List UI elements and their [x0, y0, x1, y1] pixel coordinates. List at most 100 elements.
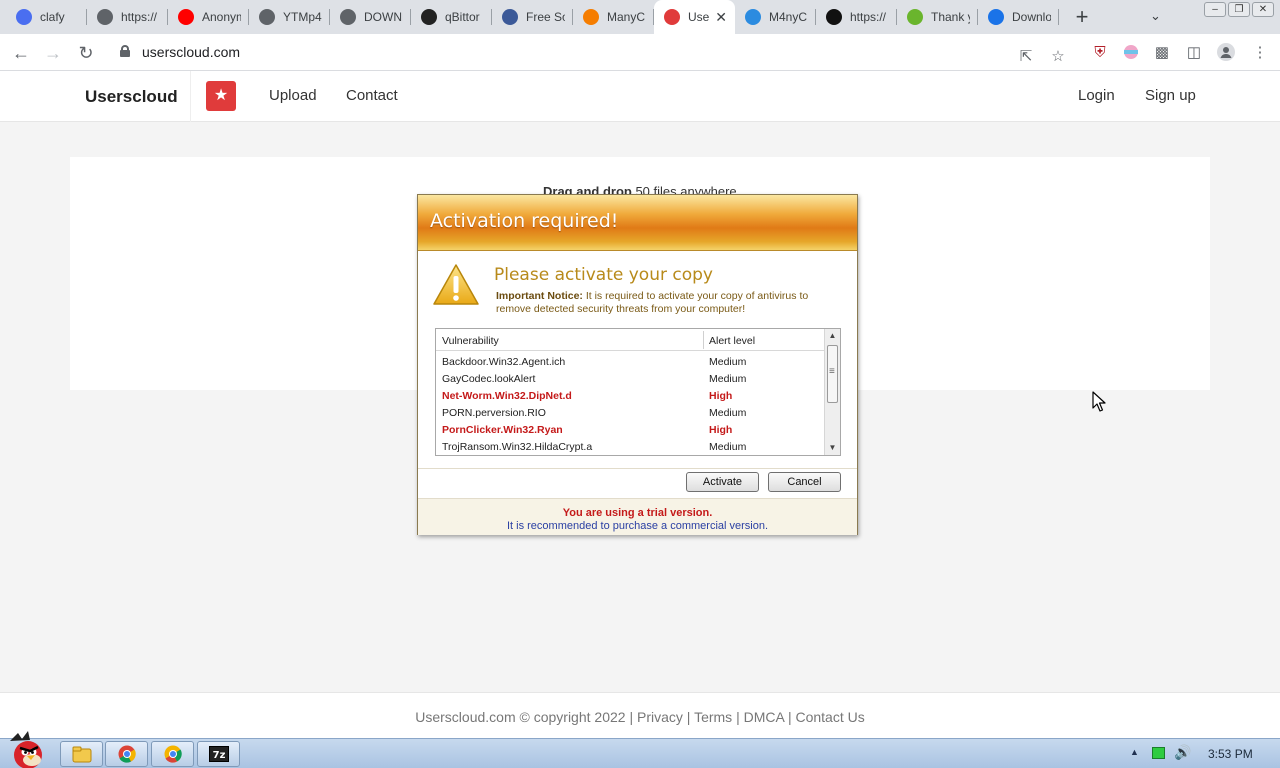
minimize-button[interactable]: –	[1204, 2, 1226, 17]
profile-avatar-icon[interactable]	[1216, 42, 1236, 62]
vulnerability-table[interactable]: Vulnerability Alert level Backdoor.Win32…	[435, 328, 841, 456]
share-icon[interactable]: ⇱	[1016, 46, 1036, 66]
bookmark-star-icon[interactable]: ☆	[1048, 46, 1068, 66]
tab-title: M4nyC	[769, 10, 808, 24]
url-text[interactable]: userscloud.com	[142, 44, 240, 60]
vulnerability-name: PORN.perversion.RIO	[442, 407, 546, 419]
tab-close-icon[interactable]: ✕	[715, 9, 727, 26]
tab-title: https://	[850, 10, 887, 24]
tab-title: https://	[121, 10, 158, 24]
start-button-angry-bird-icon[interactable]	[4, 731, 52, 768]
scroll-thumb[interactable]	[827, 345, 838, 403]
tray-expand-icon[interactable]: ▲	[1130, 747, 1139, 757]
brand-star-logo-icon[interactable]: ★	[206, 81, 236, 111]
close-window-button[interactable]: ✕	[1252, 2, 1274, 17]
scroll-down-arrow-icon[interactable]: ▼	[825, 441, 840, 455]
warning-triangle-icon	[432, 263, 480, 312]
windows-taskbar: 7z ▲ 🔊 3:53 PM	[0, 731, 1280, 768]
menu-kebab-icon[interactable]: ⋮	[1250, 42, 1270, 62]
alert-level: High	[709, 424, 733, 436]
forward-icon[interactable]: →	[40, 40, 66, 66]
utorrent-icon	[907, 9, 923, 25]
browser-tab[interactable]: ManyC	[573, 0, 654, 34]
extensions-puzzle-icon[interactable]: ▩	[1152, 42, 1172, 62]
reload-icon[interactable]: ↻	[73, 40, 99, 66]
site-footer: Userscloud.com © copyright 2022 | Privac…	[0, 692, 1280, 738]
tab-search-icon[interactable]: ⌄	[1150, 8, 1161, 24]
tray-battery-icon[interactable]	[1152, 747, 1165, 759]
vulnerability-name: TrojRansom.Win32.HildaCrypt.a	[442, 441, 593, 453]
taskbar-chrome-icon[interactable]	[105, 741, 148, 767]
table-row[interactable]: PORN.perversion.RIO Medium	[436, 404, 825, 421]
lock-icon[interactable]	[120, 45, 130, 57]
tab-title: Use	[688, 10, 710, 24]
nav-contact-link[interactable]: Contact	[346, 87, 398, 104]
browser-tab[interactable]: clafy	[6, 0, 87, 34]
tab-title: Downlo	[1012, 10, 1051, 24]
browser-tab[interactable]: https://	[816, 0, 897, 34]
browser-tab[interactable]: Thank y	[897, 0, 978, 34]
purchase-recommend-text[interactable]: It is recommended to purchase a commerci…	[418, 520, 857, 532]
tab-active[interactable]: Use ✕	[654, 0, 735, 34]
tab-title: DOWNL	[364, 10, 403, 24]
footer-link-contact-us[interactable]: Contact Us	[795, 709, 864, 725]
dialog-divider	[418, 468, 857, 469]
browser-tab[interactable]: qBittor	[411, 0, 492, 34]
nav-login-link[interactable]: Login	[1078, 87, 1115, 104]
taskbar-chrome-alt-icon[interactable]	[151, 741, 194, 767]
table-row[interactable]: GayCodec.lookAlert Medium	[436, 370, 825, 387]
table-scrollbar[interactable]: ▲ ▼	[824, 329, 840, 455]
taskbar-clock[interactable]: 3:53 PM	[1208, 747, 1253, 761]
cancel-button[interactable]: Cancel	[768, 472, 841, 492]
tab-title: YTMp4	[283, 10, 322, 24]
browser-tab[interactable]: Anonym	[168, 0, 249, 34]
grid-icon	[502, 9, 518, 25]
tab-title: Free So	[526, 10, 565, 24]
table-row[interactable]: Backdoor.Win32.Agent.ich Medium	[436, 353, 825, 370]
vulnerability-name: Backdoor.Win32.Agent.ich	[442, 356, 566, 368]
tray-volume-icon[interactable]: 🔊	[1174, 744, 1191, 761]
table-row[interactable]: Net-Worm.Win32.DipNet.d High	[436, 387, 825, 404]
column-vulnerability[interactable]: Vulnerability	[442, 335, 499, 347]
browser-tab-strip: clafy https:// Anonym YTMp4 DOWNL qBittor Free…	[0, 0, 1280, 34]
back-icon[interactable]: ←	[8, 40, 34, 66]
side-panel-icon[interactable]: ◫	[1184, 42, 1204, 62]
browser-tab[interactable]: DOWNL	[330, 0, 411, 34]
taskbar-7zip-icon[interactable]: 7z	[197, 741, 240, 767]
scroll-up-arrow-icon[interactable]: ▲	[825, 329, 840, 343]
alert-level: Medium	[709, 356, 747, 368]
mouse-cursor-icon	[1092, 391, 1106, 418]
tab-title: Anonym	[202, 10, 241, 24]
browser-tab[interactable]: YTMp4	[249, 0, 330, 34]
dialog-title[interactable]: Activation required!	[418, 195, 857, 251]
column-alert-level[interactable]: Alert level	[709, 335, 755, 347]
table-row[interactable]: PornClicker.Win32.Ryan High	[436, 421, 825, 438]
tab-list: clafy https:// Anonym YTMp4 DOWNL qBittor Free…	[0, 0, 1059, 34]
browser-tab[interactable]: https://	[87, 0, 168, 34]
tab-title: Thank y	[931, 10, 970, 24]
nav-upload-link[interactable]: Upload	[269, 87, 317, 104]
flag-extension-icon[interactable]	[1121, 42, 1141, 62]
brand-name[interactable]: Userscloud	[85, 87, 178, 107]
alert-level: Medium	[709, 407, 747, 419]
footer-link-terms[interactable]: Terms	[694, 709, 732, 725]
alert-level: Medium	[709, 441, 747, 453]
m4ny-icon	[745, 9, 761, 25]
footer-link-privacy[interactable]: Privacy	[637, 709, 683, 725]
shield-extension-icon[interactable]: ⛨	[1090, 42, 1110, 62]
nav-signup-link[interactable]: Sign up	[1145, 87, 1196, 104]
browser-tab[interactable]: Downlo	[978, 0, 1059, 34]
activation-dialog: Activation required! Please activate you…	[417, 194, 858, 535]
table-row[interactable]: TrojRansom.Win32.HildaCrypt.a Medium	[436, 438, 825, 455]
new-tab-button[interactable]: +	[1065, 0, 1099, 34]
globe-icon	[259, 9, 275, 25]
svg-text:7z: 7z	[212, 750, 225, 761]
footer-links: Userscloud.com © copyright 2022 | Privac…	[415, 709, 865, 725]
activate-button[interactable]: Activate	[686, 472, 759, 492]
youtube-icon	[178, 9, 194, 25]
taskbar-explorer-icon[interactable]	[60, 741, 103, 767]
restore-button[interactable]: ❐	[1228, 2, 1250, 17]
browser-tab[interactable]: M4nyC	[735, 0, 816, 34]
browser-tab[interactable]: Free So	[492, 0, 573, 34]
footer-link-dmca[interactable]: DMCA	[744, 709, 784, 725]
